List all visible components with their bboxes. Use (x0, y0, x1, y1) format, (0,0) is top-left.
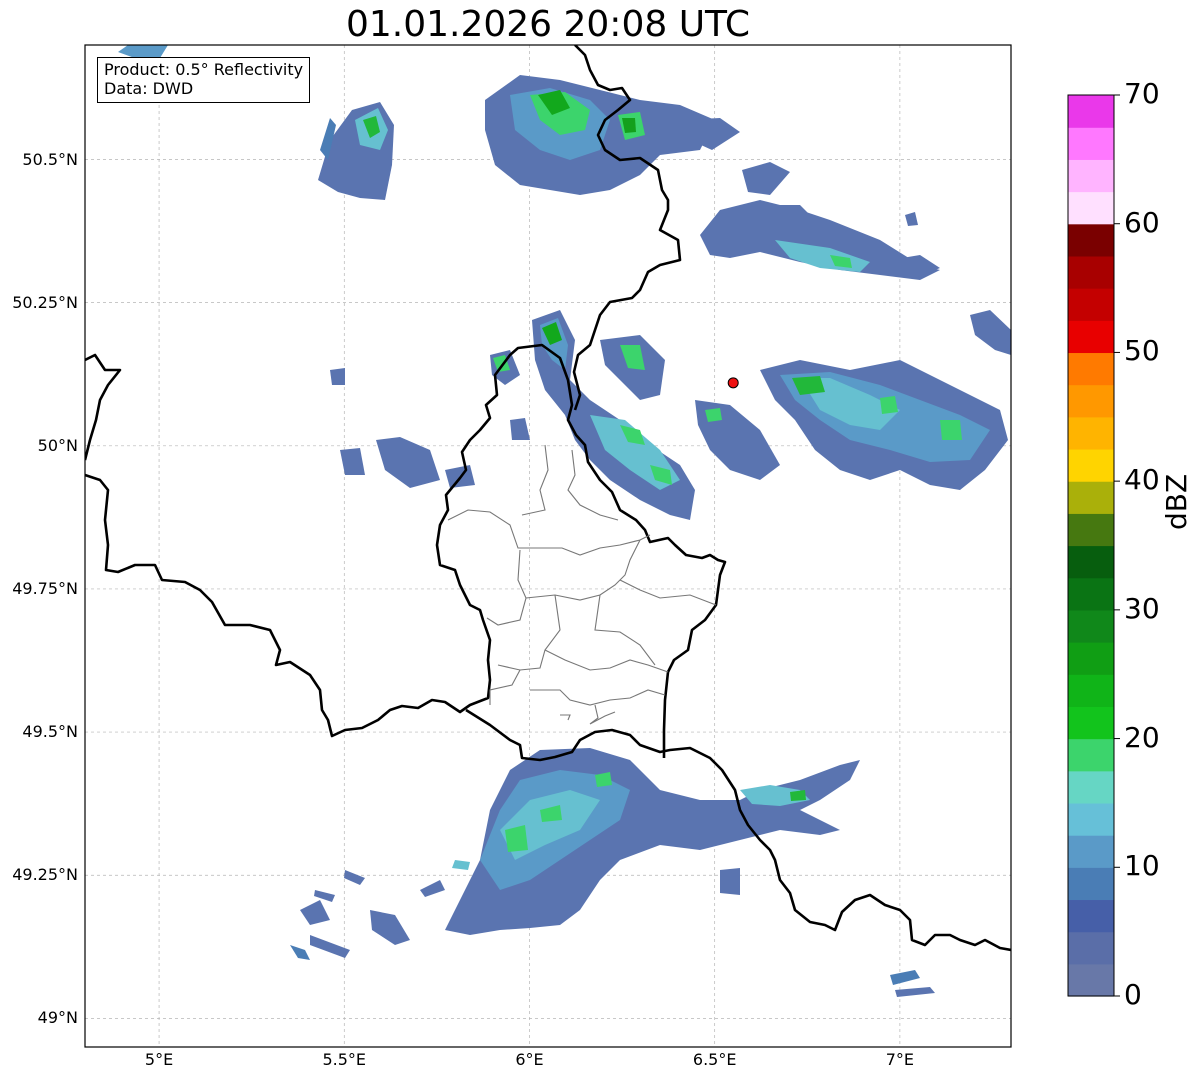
colorbar-tick-label: 70 (1124, 77, 1160, 110)
lat-tick-label: 49.75°N (12, 578, 78, 598)
colorbar-segment (1068, 384, 1114, 418)
lat-tick-label: 50.25°N (12, 292, 78, 312)
lat-tick-label: 50°N (37, 435, 78, 455)
colorbar-segment (1068, 577, 1114, 611)
colorbar-tick-label: 0 (1124, 978, 1142, 1011)
lon-tick-label: 5°E (144, 1050, 174, 1069)
colorbar (1067, 94, 1120, 997)
colorbar-tick-label: 50 (1124, 334, 1160, 368)
lat-tick-label: 49.25°N (12, 865, 78, 885)
colorbar-segment (1068, 899, 1114, 933)
colorbar-segment (1068, 770, 1114, 804)
colorbar-segment (1068, 674, 1114, 707)
colorbar-segment (1068, 706, 1114, 740)
colorbar-segment (1068, 416, 1114, 450)
colorbar-segment (1068, 609, 1114, 643)
colorbar-segment (1068, 320, 1114, 354)
colorbar-segment (1068, 95, 1114, 128)
colorbar-segment (1068, 481, 1114, 514)
colorbar-segment (1068, 448, 1114, 482)
colorbar-segment (1068, 545, 1114, 579)
lon-tick-label: 6°E (515, 1050, 544, 1069)
lat-tick-label: 49°N (37, 1008, 78, 1028)
lat-tick-label: 49.5°N (22, 722, 78, 742)
radar-site-marker (727, 377, 739, 389)
lon-tick-label: 6.5°E (692, 1050, 737, 1069)
map-title: 01.01.2026 20:08 UTC (345, 4, 751, 45)
colorbar-tick-label: 40 (1124, 463, 1160, 497)
info-box: Product: 0.5° Reflectivity Data: DWD (97, 57, 311, 103)
colorbar-segment (1068, 963, 1114, 997)
colorbar-segment (1068, 191, 1114, 225)
colorbar-segment (1068, 288, 1114, 321)
colorbar-segment (1068, 738, 1114, 772)
colorbar-segment (1068, 223, 1114, 257)
colorbar-tick-label: 60 (1124, 205, 1160, 239)
lon-tick-label: 7°E (885, 1050, 915, 1069)
colorbar-segment (1068, 867, 1114, 901)
colorbar-label: dBZ (1160, 473, 1193, 530)
colorbar-tick-label: 10 (1124, 849, 1160, 883)
colorbar-segment (1068, 513, 1114, 547)
info-product: Product: 0.5° Reflectivity (104, 60, 304, 79)
info-data-source: Data: DWD (104, 79, 194, 98)
colorbar-segment (1068, 255, 1114, 289)
lon-tick-label: 5.5°E (322, 1050, 367, 1069)
colorbar-segment (1068, 802, 1114, 836)
lat-tick-label: 50.5°N (22, 149, 78, 169)
colorbar-segment (1068, 159, 1114, 193)
colorbar-tick-label: 30 (1124, 591, 1160, 625)
colorbar-segment (1068, 835, 1114, 868)
colorbar-segment (1068, 642, 1114, 675)
colorbar-tick-label: 20 (1124, 720, 1160, 754)
colorbar-segment (1068, 931, 1114, 965)
radar-map (84, 44, 1120, 1048)
colorbar-segment (1068, 352, 1114, 386)
colorbar-segment (1068, 127, 1114, 160)
